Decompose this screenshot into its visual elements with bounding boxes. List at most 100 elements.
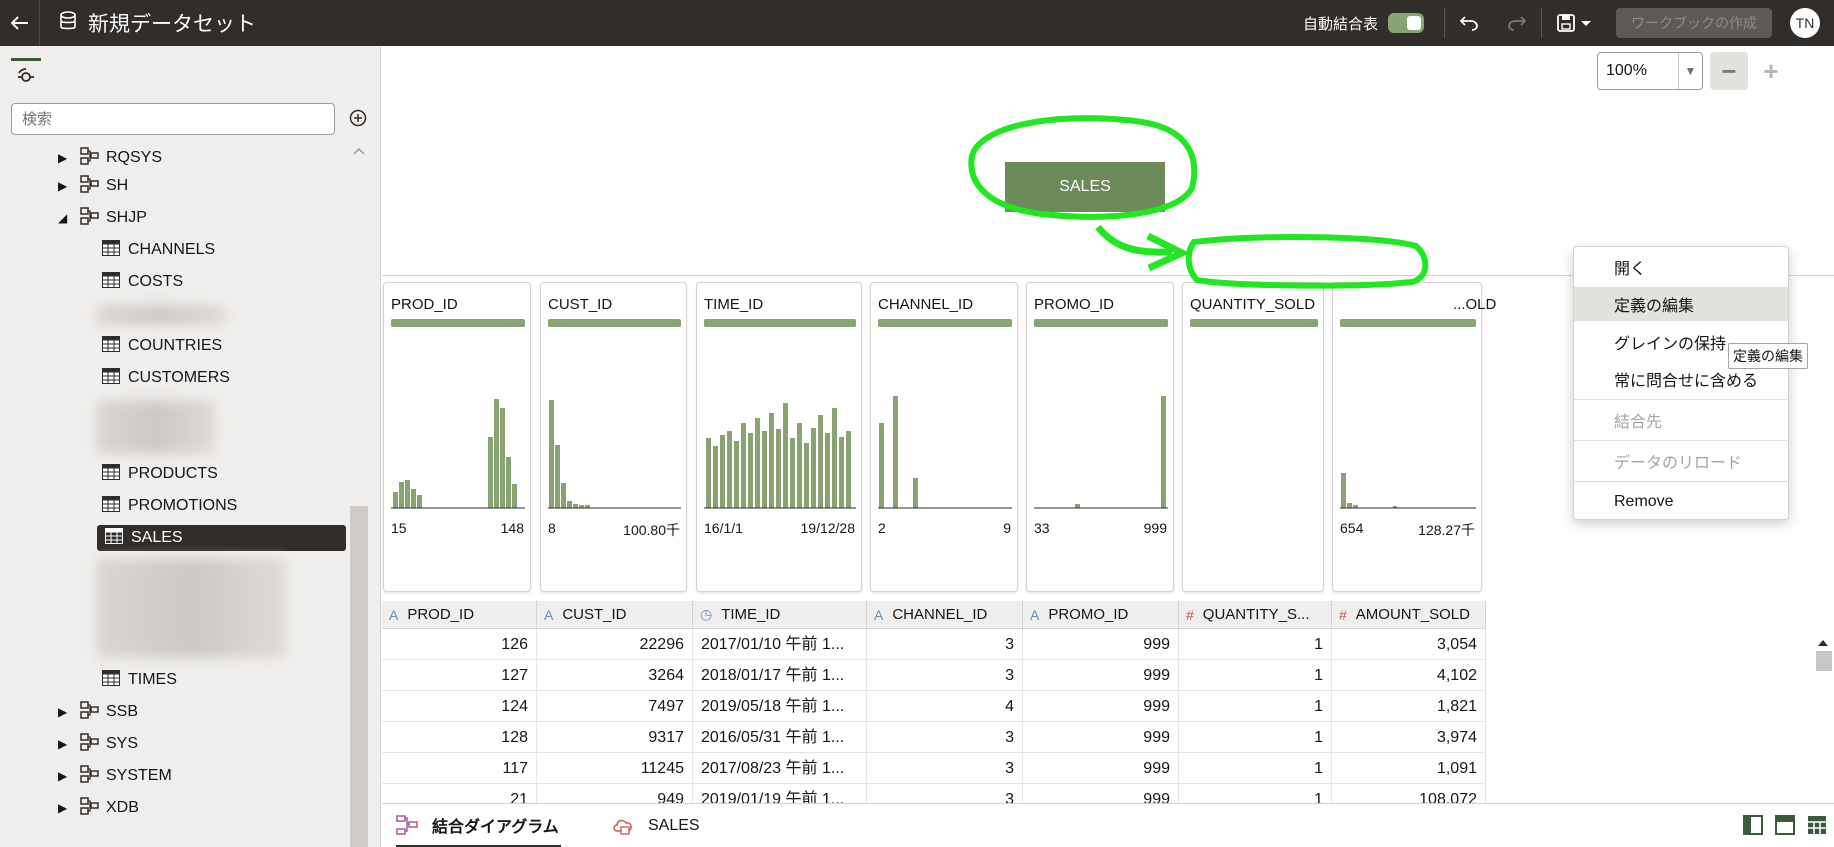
back-button[interactable] [0,0,40,46]
table-cell: 9317 [537,722,693,753]
table-cell: 999 [1023,660,1179,691]
tree-table-costs[interactable]: COSTS [102,268,183,296]
search-input[interactable] [11,103,335,135]
zoom-select[interactable]: 100% ▼ [1597,52,1703,90]
redo-button[interactable] [1493,0,1541,46]
tree-schema-system[interactable]: ▶ SYSTEM [58,762,172,790]
blurred-item [96,400,216,454]
expand-caret-icon[interactable]: ▶ [58,801,72,815]
histogram [878,396,1012,509]
expand-caret-icon[interactable]: ▶ [58,179,72,193]
menu-item-remove[interactable]: Remove [1574,485,1788,519]
profile-card[interactable]: CUST_ID 8 100.80千 [540,282,687,592]
scroll-up-icon[interactable] [350,146,368,158]
tab-sales[interactable]: SALES [612,804,700,847]
tree-schema-ssb[interactable]: ▶ SSB [58,698,138,726]
profile-card[interactable]: CHANNEL_ID 2 9 [870,282,1018,592]
menu-item-edit-definition[interactable]: 定義の編集 [1574,287,1788,321]
table-cell: 11245 [537,753,693,784]
menu-item-open[interactable]: 開く [1574,250,1788,284]
table-row[interactable]: 124 7497 2019/05/18 午前 1... 4 999 1 1,82… [382,691,1486,722]
profile-card[interactable]: ...OLD 654 128.27千 [1332,282,1496,592]
grid-scrollbar[interactable] [1813,629,1834,804]
table-row[interactable]: 127 3264 2018/01/17 午前 1... 3 999 1 4,10… [382,660,1486,691]
undo-button[interactable] [1445,0,1493,46]
schema-label: RQSYS [106,149,163,166]
collapse-caret-icon[interactable]: ◢ [58,211,72,225]
zoom-out-button[interactable]: − [1710,52,1748,90]
save-menu-button[interactable] [1542,0,1608,46]
scrollbar-thumb[interactable] [350,506,368,847]
column-header[interactable]: A PROD_ID [382,601,537,629]
diagram-node-sales[interactable]: SALES [1005,162,1165,212]
column-header[interactable]: A PROMO_ID [1023,601,1179,629]
column-header[interactable]: # AMOUNT_SOLD [1332,601,1486,629]
text-type-icon: A [874,606,884,623]
tree-schema-sh[interactable]: ▶ SH [58,172,128,200]
scroll-up-icon[interactable] [1813,629,1834,679]
table-cell: 2016/05/31 午前 1... [693,722,867,753]
table-row[interactable]: 126 22296 2017/01/10 午前 1... 3 999 1 3,0… [382,629,1486,660]
layout-top-panel-icon[interactable] [1774,814,1796,836]
profile-title: CHANNEL_ID [878,296,974,313]
expand-caret-icon[interactable]: ▶ [58,151,72,165]
column-header[interactable]: A CUST_ID [537,601,693,629]
tree-table-customers[interactable]: CUSTOMERS [102,364,230,392]
table-icon [102,239,120,261]
tree-table-times[interactable]: TIMES [102,666,177,694]
context-menu: 開く 定義の編集 グレインの保持 常に問合せに含める 結合先 データのリロード … [1573,246,1789,520]
tree-table-promotions[interactable]: PROMOTIONS [102,492,237,520]
sidebar-scrollbar[interactable] [350,142,368,847]
zoom-in-button[interactable]: + [1752,52,1790,90]
profile-card[interactable]: PROD_ID 15 148 [383,282,531,592]
user-avatar[interactable]: TN [1790,8,1820,38]
column-header[interactable]: ◷ TIME_ID [693,601,867,629]
table-cell: 127 [382,660,537,691]
column-label: PROMO_ID [1048,606,1129,623]
tree-schema-shjp[interactable]: ◢ SHJP [58,204,147,232]
annotation-arrow-head [1146,232,1191,272]
tree-table-sales[interactable]: SALES [97,525,346,551]
text-type-icon: A [1030,606,1040,623]
expand-caret-icon[interactable]: ▶ [58,705,72,719]
back-arrow-icon [10,16,28,30]
layout-left-panel-icon[interactable] [1742,814,1764,836]
table-cell: 7497 [537,691,693,722]
expand-caret-icon[interactable]: ▶ [58,737,72,751]
table-cell: 1 [1179,691,1332,722]
plus-circle-icon [349,109,367,127]
profile-card[interactable]: QUANTITY_SOLD [1182,282,1324,592]
profile-max: 100.80千 [623,522,680,538]
tree-schema-xdb[interactable]: ▶ XDB [58,794,139,822]
connections-tab[interactable] [11,58,41,92]
tree-table-channels[interactable]: CHANNELS [102,236,215,264]
tree-table-countries[interactable]: COUNTRIES [102,332,222,360]
table-row[interactable]: 117 11245 2017/08/23 午前 1... 3 999 1 1,0… [382,753,1486,784]
chevron-down-icon[interactable]: ▼ [1678,53,1702,89]
layout-grid-icon[interactable] [1806,814,1828,836]
tree-schema-sys[interactable]: ▶ SYS [58,730,138,758]
table-icon [102,463,120,485]
expand-caret-icon[interactable]: ▶ [58,769,72,783]
profile-card[interactable]: TIME_ID 16/1/1 19/12/28 [696,282,862,592]
quality-bar [878,319,1012,327]
create-workbook-button[interactable]: ワークブックの作成 [1616,8,1772,38]
column-header[interactable]: A CHANNEL_ID [867,601,1023,629]
tab-join-diagram[interactable]: 結合ダイアグラム [396,804,561,847]
tree-schema-rqsys[interactable]: ▶ RQSYS [58,144,162,172]
table-row[interactable]: 128 9317 2016/05/31 午前 1... 3 999 1 3,97… [382,722,1486,753]
schema-icon [80,146,100,170]
profile-title: QUANTITY_SOLD [1190,296,1316,313]
quality-bar [1340,319,1476,327]
cloud-table-icon [613,819,632,835]
table-cell: 2019/05/18 午前 1... [693,691,867,722]
add-button[interactable] [347,107,369,129]
column-header[interactable]: # QUANTITY_S... [1179,601,1332,629]
annotation-arrow-line [1095,224,1173,256]
tree-table-products[interactable]: PRODUCTS [102,460,218,488]
auto-join-label: 自動結合表 [1302,15,1378,33]
quality-bar [1034,319,1168,327]
database-icon [60,11,76,35]
auto-join-toggle[interactable] [1388,13,1424,33]
profile-card[interactable]: PROMO_ID 33 999 [1026,282,1174,592]
